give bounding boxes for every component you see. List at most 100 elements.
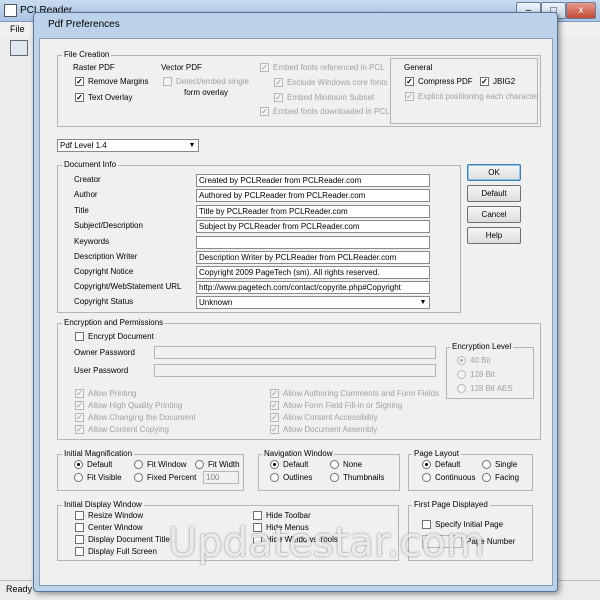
document-info-title: Document Info [62,160,119,169]
mag-fit-visible-radio[interactable] [74,473,83,482]
allow-changing-label: Allow Changing the Document [88,413,196,422]
default-button[interactable]: Default [467,185,521,202]
menu-file[interactable]: File [10,24,25,34]
author-field[interactable]: Authored by PCLReader from PCLReader.com [196,189,430,202]
copyright-url-label: Copyright/WebStatement URL [74,282,182,291]
compress-pdf-checkbox[interactable]: ✓ [405,77,414,86]
copyright-notice-field[interactable]: Copyright 2009 PageTech (sm). All rights… [196,266,430,279]
layout-single-radio[interactable] [482,460,491,469]
level-128bit-aes-radio[interactable] [457,384,466,393]
status-text: Ready [6,584,33,594]
close-button[interactable]: x [566,2,596,19]
copyright-status-select[interactable]: Unknown ▼ [196,296,430,309]
keywords-field[interactable] [196,236,430,249]
jbig2-checkbox[interactable]: ✓ [480,77,489,86]
allow-form-fill-checkbox[interactable]: ✓ [270,401,279,410]
embed-minimum-label: Embed Minimum Subset [287,93,375,102]
toolbar-button[interactable] [10,40,28,56]
allow-assembly-label: Allow Document Assembly [283,425,378,434]
magnification-title: Initial Magnification [62,449,135,458]
page-layout-title: Page Layout [412,449,461,458]
mag-fit-width-radio[interactable] [195,460,204,469]
copyright-notice-label: Copyright Notice [74,267,134,276]
app-icon [4,4,17,17]
allow-accessibility-checkbox[interactable]: ✓ [270,413,279,422]
subject-field[interactable]: Subject by PCLReader from PCLReader.com [196,220,430,233]
embed-referenced-label: Embed fonts referenced in PCL [273,63,385,72]
embed-downloaded-checkbox[interactable]: ✓ [260,107,269,116]
nav-none-radio[interactable] [330,460,339,469]
owner-password-input[interactable] [154,346,436,359]
ok-button[interactable]: OK [467,164,521,181]
creator-field[interactable]: Created by PCLReader from PCLReader.com [196,174,430,187]
keywords-label: Keywords [74,237,110,246]
allow-copying-checkbox[interactable]: ✓ [75,425,84,434]
text-overlay-checkbox[interactable]: ✓ [75,93,84,102]
copyright-url-field[interactable]: http://www.pagetech.com/contact/copyrite… [196,281,430,294]
nav-default-radio[interactable] [270,460,279,469]
general-label: General [404,63,433,72]
encrypt-document-checkbox[interactable] [75,332,84,341]
mag-default-label: Default [87,460,113,469]
nav-outlines-radio[interactable] [270,473,279,482]
description-writer-label: Description Writer [74,252,138,261]
mag-fixed-percent-label: Fixed Percent [147,473,197,482]
resize-window-checkbox[interactable] [75,511,84,520]
mag-fit-visible-label: Fit Visible [87,473,122,482]
encryption-title: Encryption and Permissions [62,318,166,327]
remove-margins-checkbox[interactable]: ✓ [75,77,84,86]
mag-fit-window-radio[interactable] [134,460,143,469]
allow-authoring-checkbox[interactable]: ✓ [270,389,279,398]
nav-none-label: None [343,460,363,469]
center-window-checkbox[interactable] [75,523,84,532]
allow-printing-checkbox[interactable]: ✓ [75,389,84,398]
level-40bit-label: 40 Bit [470,356,491,365]
nav-default-label: Default [283,460,309,469]
nav-outlines-label: Outlines [283,473,313,482]
dialog-title: Pdf Preferences [48,19,120,30]
description-writer-field[interactable]: Description Writer by PCLReader from PCL… [196,251,430,264]
embed-minimum-checkbox[interactable]: ✓ [274,93,283,102]
level-128bit-radio[interactable] [457,370,466,379]
mag-percent-input[interactable]: 100 [203,471,239,484]
display-title-checkbox[interactable] [75,535,84,544]
allow-hq-printing-checkbox[interactable]: ✓ [75,401,84,410]
level-128bit-aes-label: 128 Bit AES [470,384,513,393]
detect-embed-checkbox[interactable] [163,77,172,86]
allow-accessibility-label: Allow Content Accessibility [283,413,378,422]
chevron-down-icon: ▼ [188,142,196,149]
close-icon: x [578,5,584,16]
allow-changing-checkbox[interactable]: ✓ [75,413,84,422]
resize-window-label: Resize Window [88,511,144,520]
center-window-label: Center Window [88,523,143,532]
file-creation-title: File Creation [62,50,112,59]
display-window-title: Initial Display Window [62,500,144,509]
mag-fit-width-label: Fit Width [208,460,240,469]
jbig2-label: JBIG2 [493,77,516,86]
layout-continuous-radio[interactable] [422,473,431,482]
allow-form-fill-label: Allow Form Field Fill-in or Signing [283,401,403,410]
owner-password-label: Owner Password [74,348,135,357]
cancel-button[interactable]: Cancel [467,206,521,223]
pdf-level-select[interactable]: Pdf Level 1.4 ▼ [57,139,199,152]
allow-assembly-checkbox[interactable]: ✓ [270,425,279,434]
layout-single-label: Single [495,460,518,469]
user-password-input[interactable] [154,364,436,377]
layout-facing-radio[interactable] [482,473,491,482]
mag-fit-window-label: Fit Window [147,460,187,469]
pdf-level-value: Pdf Level 1.4 [60,141,107,150]
level-40bit-radio[interactable] [457,356,466,365]
nav-thumbnails-radio[interactable] [330,473,339,482]
layout-default-radio[interactable] [422,460,431,469]
exclude-windows-checkbox[interactable]: ✓ [274,78,283,87]
title-field[interactable]: Title by PCLReader from PCLReader.com [196,205,430,218]
explicit-positioning-checkbox[interactable]: ✓ [405,92,414,101]
subject-label: Subject/Description [74,221,143,230]
allow-authoring-label: Allow Authoring Comments and Form Fields [283,389,440,398]
embed-referenced-checkbox[interactable]: ✓ [260,63,269,72]
help-button[interactable]: Help [467,227,521,244]
full-screen-checkbox[interactable] [75,547,84,556]
hide-toolbar-checkbox[interactable] [253,511,262,520]
mag-default-radio[interactable] [74,460,83,469]
mag-fixed-percent-radio[interactable] [134,473,143,482]
